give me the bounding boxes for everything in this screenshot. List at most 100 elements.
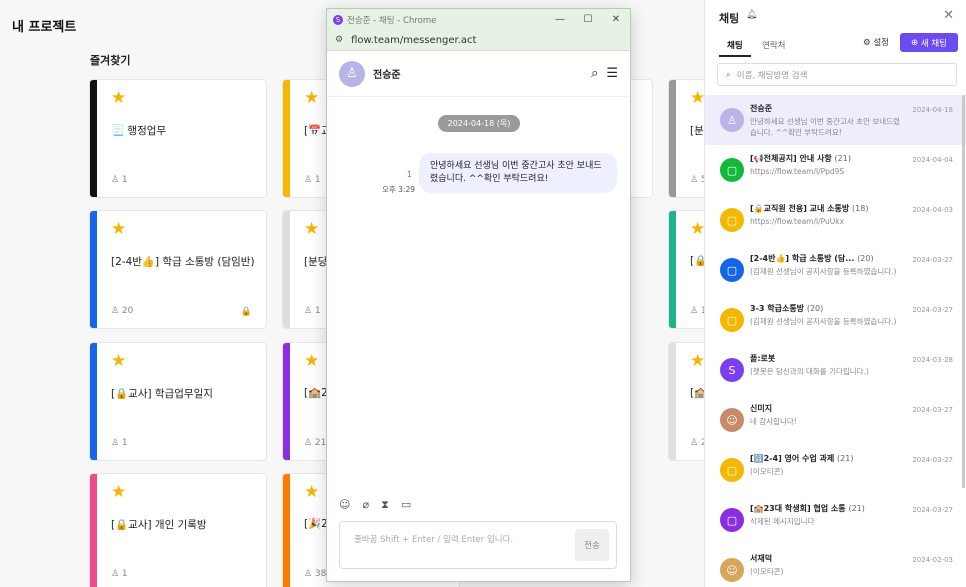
tab-chat[interactable]: 채팅 (727, 39, 743, 51)
card-member-count: ♙ 1 (111, 175, 128, 185)
search-placeholder: 이름, 채팅방명 검색 (736, 70, 808, 81)
search-icon[interactable]: ⌕ (591, 66, 598, 81)
minimize-button[interactable]: — (546, 14, 574, 25)
chat-room-name: 전승준 (750, 104, 773, 113)
last-message-preview: (김재원 선생님이 공지사항을 등록하였습니다.) (750, 317, 897, 326)
maximize-button[interactable]: ☐ (574, 14, 602, 25)
star-icon[interactable]: ★ (111, 484, 126, 501)
last-message-date: 2024-02-03 (912, 556, 953, 564)
star-icon[interactable]: ★ (690, 221, 705, 238)
send-button[interactable]: 전송 (575, 529, 609, 561)
chat-room-name: [📢전체공지] 안내 사항 (750, 154, 832, 163)
chat-popup-window: S 전승준 - 채팅 - Chrome — ☐ ✕ ⚙ flow.team/me… (326, 8, 631, 582)
new-chat-button[interactable]: ⊕ 새 채팅 (900, 33, 958, 52)
last-message-preview: (이모티콘) (750, 567, 784, 576)
chat-room-name: 3-3 학급소통방 (750, 304, 805, 313)
member-count: (21) (837, 454, 854, 463)
close-icon[interactable]: ✕ (943, 8, 954, 23)
chat-list-item[interactable]: ☺ 서재덕 (이모티콘) 2024-02-03 (705, 545, 966, 587)
message-bubble[interactable]: 안녕하세요 선생님 이번 중간고사 초안 보내드렸습니다. ^^확인 부탁드려요… (419, 153, 617, 193)
project-card[interactable]: ★ [2-4반👍] 학급 소통방 (담임반) ♙ 20 🔒 (89, 210, 267, 329)
chat-list-item[interactable]: ▢ [🏫23대 학생회] 협업 소통 (21) 삭제된 메시지입니다 2024-03-… (705, 495, 966, 545)
last-message-date: 2024-03-27 (912, 306, 953, 314)
chat-room-name-line: [📢전체공지] 안내 사항 (21) (750, 153, 910, 164)
unread-count: 1 (407, 170, 412, 179)
project-card[interactable]: ★ [🔒교사] 개인 기록방 ♙ 1 (89, 473, 267, 587)
star-icon[interactable]: ★ (690, 353, 705, 370)
window-title: 전승준 - 채팅 - Chrome (347, 15, 437, 26)
card-title: [🎉2 (304, 518, 328, 530)
star-icon[interactable]: ★ (111, 353, 126, 370)
search-input[interactable]: ⌕ 이름, 채팅방명 검색 (717, 63, 957, 86)
chat-room-name-line: 서재덕 (750, 553, 910, 564)
member-count: (21) (848, 504, 865, 513)
last-message-preview: 안녕하세요 선생님 이번 중간고사 초안 보내드렸습니다. ^^확인 부탁드려요… (750, 117, 900, 137)
star-icon[interactable]: ★ (304, 90, 319, 107)
favorites-heading: 즐겨찾기 (90, 54, 131, 67)
chat-avatar: ▢ (720, 208, 744, 232)
chat-room-name: [2-4반👍] 학급 소통방 (담... (750, 254, 855, 263)
last-message-date: 2024-03-27 (912, 406, 953, 414)
last-message-date: 2024-04-18 (912, 106, 953, 114)
chat-list-item[interactable]: ▢ [📢전체공지] 안내 사항 (21) https://flow.team/l/P… (705, 145, 966, 195)
settings-label: 설정 (873, 38, 889, 48)
chat-list-item[interactable]: ▢ [🔢2-4] 영어 수업 과제 (21) (이모티콘) 2024-03-27 (705, 445, 966, 495)
close-window-button[interactable]: ✕ (602, 14, 630, 25)
chat-list-item[interactable]: ☺ 신미지 네 감사합니다! 2024-03-27 (705, 395, 966, 445)
message-input[interactable]: 줄바꿈 Shift + Enter / 입력 Enter 입니다. 전송 (339, 521, 617, 569)
last-message-preview: (김재원 선생님이 공지사항을 등록하였습니다.) (750, 267, 897, 276)
star-icon[interactable]: ★ (690, 90, 705, 107)
card-member-count: ♙ 1 (111, 569, 128, 579)
star-icon[interactable]: ★ (111, 90, 126, 107)
card-title: [🏫2 (304, 387, 328, 399)
last-message-preview: 네 감사합니다! (750, 417, 797, 426)
project-card[interactable]: ★ 📃 행정업무 ♙ 1 (89, 79, 267, 198)
member-count: (20) (806, 304, 824, 313)
emoji-icon[interactable]: ☺ (339, 498, 350, 512)
chat-room-name-line: 신미지 (750, 403, 910, 414)
project-card[interactable]: ★ [🔒교사] 학급업무일지 ♙ 1 (89, 342, 267, 461)
chat-avatar: ▢ (720, 458, 744, 482)
address-bar[interactable]: ⚙ flow.team/messenger.act (327, 30, 630, 51)
card-color-bar (90, 474, 97, 587)
last-message-date: 2024-04-03 (912, 206, 953, 214)
star-icon[interactable]: ★ (111, 221, 126, 238)
chat-room-name: 플:로봇 (750, 354, 776, 363)
chat-list-item[interactable]: S 플:로봇 (챗봇은 당신과의 대화를 기다립니다.) 2024-03-28 (705, 345, 966, 395)
chat-side-panel: 채팅 🔔︎ ✕ 채팅 연락처 ⚙ 설정 ⊕ 새 채팅 ⌕ 이름, 채팅방명 검색… (704, 0, 966, 587)
last-message-preview: https://flow.team/l/Ppd9S (750, 167, 845, 176)
active-tab-indicator (719, 55, 751, 57)
card-color-bar (669, 80, 676, 197)
window-titlebar: S 전승준 - 채팅 - Chrome — ☐ ✕ (327, 9, 630, 30)
last-message-preview: (챗봇은 당신과의 대화를 기다립니다.) (750, 367, 869, 376)
card-title: [2-4반👍] 학급 소통방 (담임반) (111, 256, 255, 268)
chat-room-name: 서재덕 (750, 554, 773, 563)
scrollbar[interactable] (962, 95, 965, 488)
card-member-count: ♙ 1 (304, 306, 321, 316)
chat-list: ♙ 전승준 안녕하세요 선생님 이번 중간고사 초안 보내드렸습니다. ^^확인 … (705, 95, 966, 587)
chat-list-item[interactable]: ▢ [🔒교직원 전용] 교내 소통방 (18) https://flow.team/… (705, 195, 966, 245)
avatar[interactable]: ♙ (339, 60, 365, 87)
video-icon[interactable]: ▭ (401, 498, 411, 512)
star-icon[interactable]: ★ (304, 484, 319, 501)
chat-room-name: [🔢2-4] 영어 수업 과제 (750, 454, 835, 463)
attach-icon[interactable]: ⌀ (362, 498, 369, 512)
screen: 내 프로젝트 즐겨찾기 ★📃 행정업무♙ 1★[📅교♙ 1★방★[분단♙ 5★[… (0, 0, 966, 587)
card-color-bar (90, 343, 97, 460)
settings-button[interactable]: ⚙ 설정 (863, 36, 889, 48)
chat-list-item[interactable]: ▢ [2-4반👍] 학급 소통방 (담... (20) (김재원 선생님이 공지사항… (705, 245, 966, 295)
chat-list-item[interactable]: ▢ 3-3 학급소통방 (20) (김재원 선생님이 공지사항을 등록하였습니다.)… (705, 295, 966, 345)
site-settings-icon[interactable]: ⚙ (335, 35, 343, 45)
bell-icon[interactable]: 🔔︎ (746, 10, 757, 20)
star-icon[interactable]: ★ (304, 221, 319, 238)
chat-room-name-line: 플:로봇 (750, 353, 910, 364)
card-color-bar (283, 80, 290, 197)
chat-list-item[interactable]: ♙ 전승준 안녕하세요 선생님 이번 중간고사 초안 보내드렸습니다. ^^확인 … (705, 95, 966, 145)
tab-contacts[interactable]: 연락처 (762, 39, 785, 51)
card-color-bar (283, 474, 290, 587)
chat-room-name-line: [2-4반👍] 학급 소통방 (담... (20) (750, 253, 910, 264)
menu-icon[interactable]: ☰ (606, 66, 618, 81)
timer-icon[interactable]: ⧗ (381, 498, 389, 512)
star-icon[interactable]: ★ (304, 353, 319, 370)
flow-app-icon: S (333, 14, 343, 25)
